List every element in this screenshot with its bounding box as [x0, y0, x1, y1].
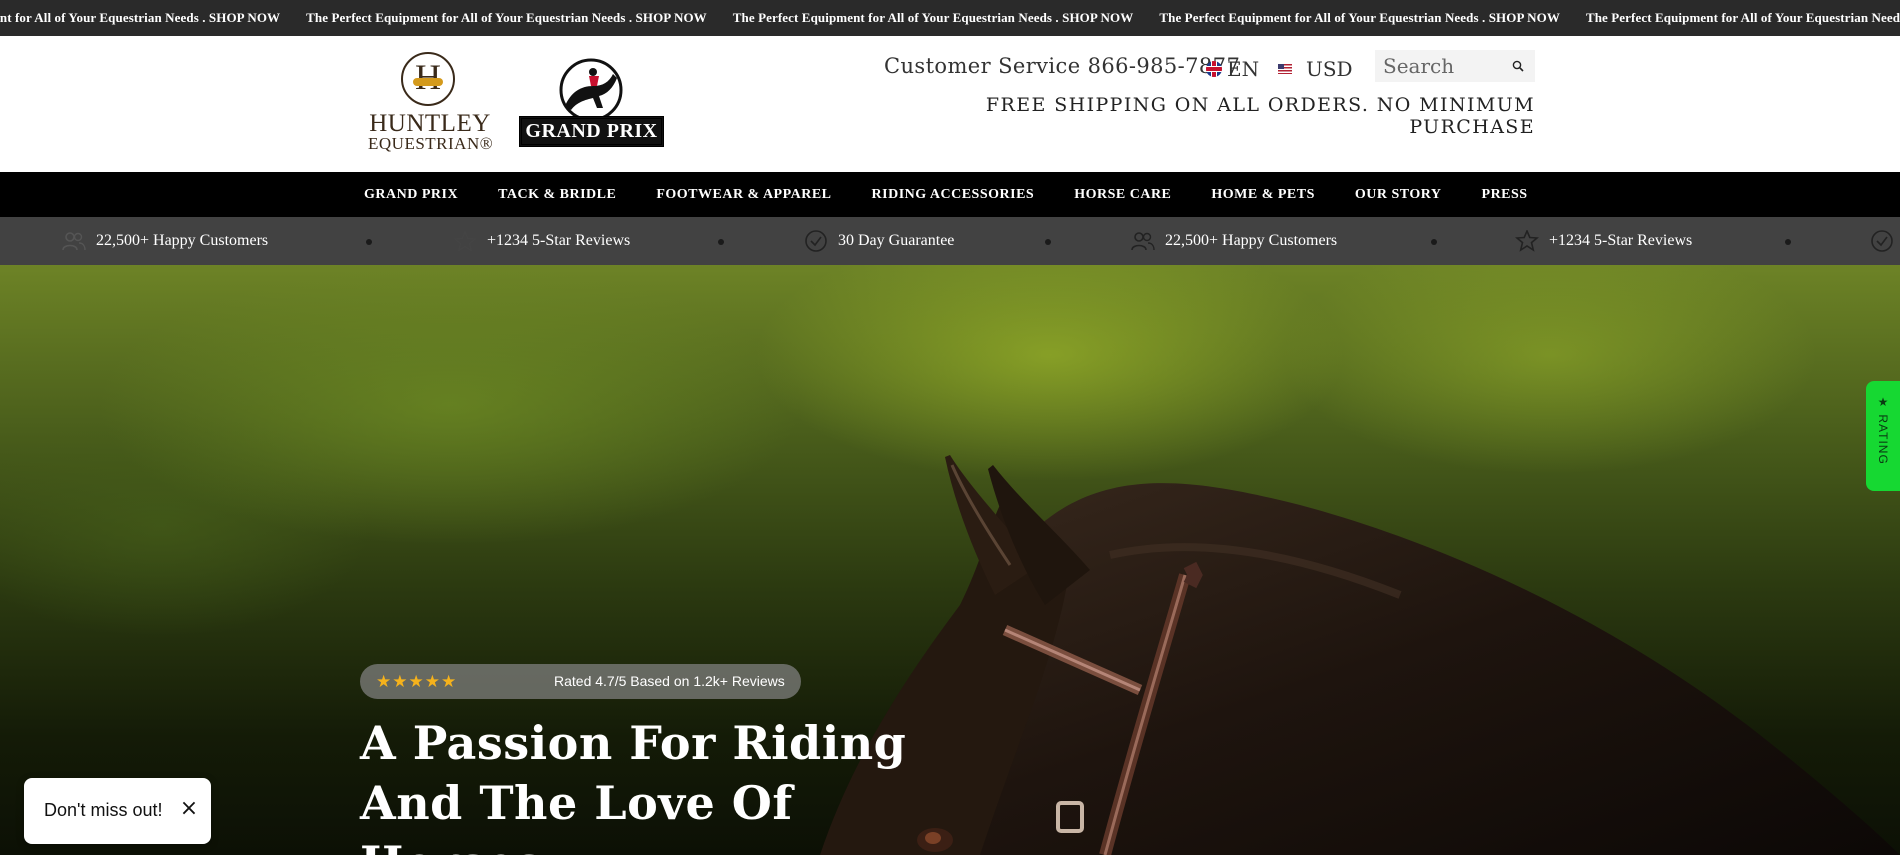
nav-item-home-pets[interactable]: HOME & PETS [1211, 187, 1315, 203]
rating-pill: ★ ★ ★ ★ ★ Rated 4.7/5 Based on 1.2k+ Rev… [360, 664, 801, 699]
currency-label: USD [1306, 57, 1353, 81]
trust-item-label: +1234 5-Star Reviews [487, 232, 631, 249]
star-icon [453, 231, 477, 251]
announcement-track: ent for All of Your Equestrian Needs . S… [0, 0, 1900, 36]
announcement-item[interactable]: The Perfect Equipment for All of Your Eq… [306, 10, 707, 26]
nav-item-our-story[interactable]: OUR STORY [1355, 187, 1442, 203]
star-icon: ★ [441, 672, 457, 691]
rating-side-tab[interactable]: ★ RATING [1866, 381, 1900, 491]
rating-text: Rated 4.7/5 Based on 1.2k+ Reviews [554, 673, 785, 689]
horse-rider-logo-icon [559, 58, 623, 118]
uk-flag-icon [1206, 61, 1222, 77]
site-header: H HUNTLEY EQUESTRIAN® GRAND PRIX Custome… [0, 36, 1900, 172]
huntley-logo-line2: EQUESTRIAN® [368, 134, 494, 153]
separator-dot [366, 239, 372, 245]
language-label: EN [1227, 57, 1260, 81]
huntley-monogram-icon: H [401, 52, 455, 106]
nav-item-riding-accessories[interactable]: RIDING ACCESSORIES [872, 187, 1035, 203]
trust-item-customers: 22,500+ Happy Customers [1131, 217, 1337, 265]
nav-item-press[interactable]: PRESS [1482, 187, 1528, 203]
free-shipping-banner: FREE SHIPPING ON ALL ORDERS. NO MINIMUM … [985, 94, 1535, 138]
trust-item-label: 22,500+ Happy Customers [1165, 232, 1338, 249]
users-icon [1131, 232, 1155, 251]
announcement-item[interactable]: The Perfect Equipment for All of Your Eq… [1586, 10, 1900, 26]
nav-item-tack-bridle[interactable]: TACK & BRIDLE [498, 187, 616, 203]
search-icon[interactable] [1512, 60, 1524, 72]
check-badge-icon [805, 230, 827, 252]
separator-dot [1045, 239, 1051, 245]
us-flag-icon [1278, 64, 1292, 74]
trust-item-label: +1234 5-Star Reviews [1549, 232, 1693, 249]
nav-item-footwear-apparel[interactable]: FOOTWEAR & APPAREL [656, 187, 831, 203]
trust-item-guarantee [1870, 217, 1900, 265]
trust-item-reviews: +1234 5-Star Reviews [1515, 217, 1692, 265]
search-box [1375, 50, 1535, 82]
announcement-item[interactable]: The Perfect Equipment for All of Your Eq… [1159, 10, 1560, 26]
nav-item-horse-care[interactable]: HORSE CARE [1074, 187, 1171, 203]
trust-item-label: 22,500+ Happy Customers [96, 232, 269, 249]
trust-item-customers: 22,500+ Happy Customers [62, 217, 268, 265]
promo-popup[interactable]: Don't miss out! × [24, 778, 211, 844]
trust-item-label: 30 Day Guarantee [838, 232, 955, 249]
rating-stars: ★ ★ ★ ★ ★ [376, 673, 457, 690]
star-icon: ★ [376, 672, 392, 691]
trust-item-guarantee: 30 Day Guarantee [804, 217, 954, 265]
trust-item-reviews: +1234 5-Star Reviews [453, 217, 630, 265]
check-badge-icon [1871, 230, 1893, 252]
star-icon [1515, 230, 1539, 252]
close-icon[interactable]: × [176, 796, 202, 822]
rating-tab-label: ★ RATING [1876, 395, 1890, 465]
hero-title: A Passion For Riding And The Love Of Hor… [360, 716, 907, 855]
announcement-item[interactable]: ent for All of Your Equestrian Needs . S… [0, 10, 280, 26]
star-icon: ★ [392, 672, 408, 691]
popup-text: Don't miss out! [44, 800, 163, 820]
star-icon: ★ [424, 672, 440, 691]
currency-selector[interactable]: USD [1278, 54, 1353, 84]
huntley-equestrian-logo[interactable]: H HUNTLEY EQUESTRIAN® [368, 52, 494, 153]
separator-dot [1431, 239, 1437, 245]
announcement-item[interactable]: The Perfect Equipment for All of Your Eq… [733, 10, 1134, 26]
main-navigation: GRAND PRIX TACK & BRIDLE FOOTWEAR & APPA… [0, 172, 1900, 217]
star-icon: ★ [408, 672, 424, 691]
search-input[interactable] [1383, 53, 1503, 79]
hero-banner: ★ ★ ★ ★ ★ Rated 4.7/5 Based on 1.2k+ Rev… [0, 265, 1900, 855]
language-selector[interactable]: EN [1206, 54, 1259, 84]
trust-strip: 22,500+ Happy Customers +1234 5-Star Rev… [0, 217, 1900, 265]
grand-prix-logo[interactable]: GRAND PRIX [519, 56, 665, 150]
grand-prix-wordmark: GRAND PRIX [519, 116, 664, 147]
separator-dot [1785, 239, 1791, 245]
announcement-bar: ent for All of Your Equestrian Needs . S… [0, 0, 1900, 36]
customer-service-phone[interactable]: Customer Service 866-985-7877 [884, 54, 1240, 78]
nav-item-grand-prix[interactable]: GRAND PRIX [364, 187, 458, 203]
separator-dot [718, 239, 724, 245]
users-icon [62, 232, 86, 251]
